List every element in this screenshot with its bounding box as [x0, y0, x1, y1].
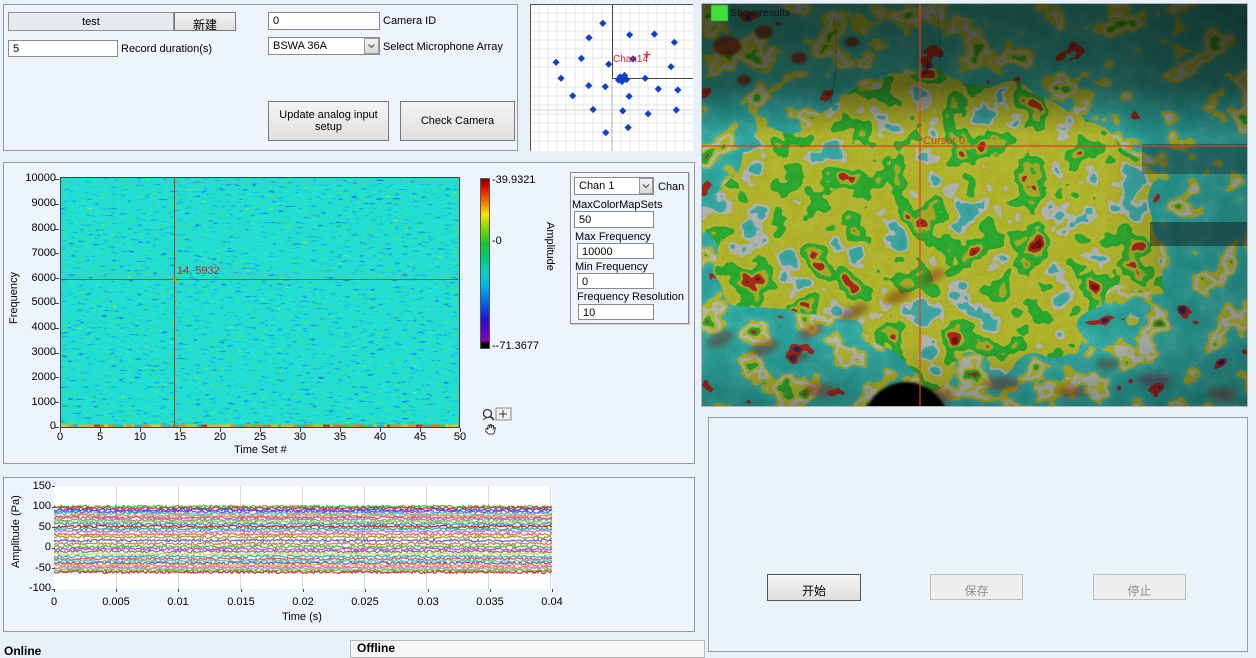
svg-text:14, 5932: 14, 5932 — [177, 265, 220, 277]
svg-text:Show results: Show results — [730, 7, 790, 19]
svg-text:Chan14: Chan14 — [613, 54, 648, 65]
svg-text:Cursor 0: Cursor 0 — [923, 135, 965, 147]
